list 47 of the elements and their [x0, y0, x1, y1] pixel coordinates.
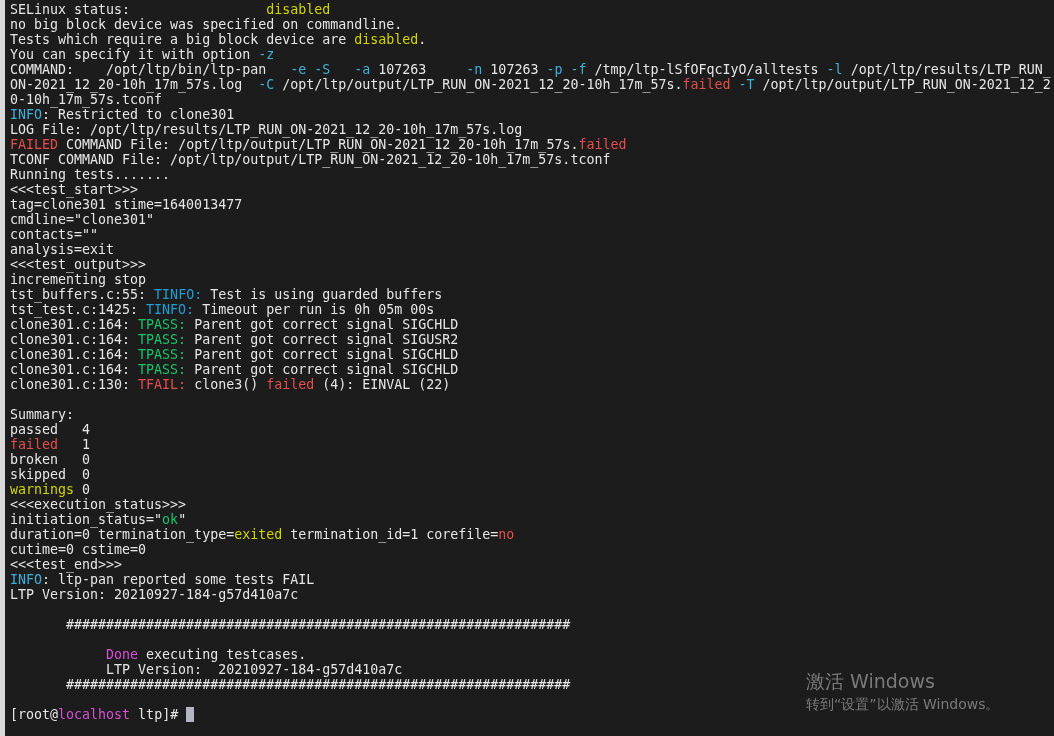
terminal-line: broken 0 [10, 452, 91, 467]
activation-title: 激活 Windows [806, 669, 936, 694]
terminal-line: ############################################################### [65, 677, 571, 692]
text-cursor [186, 707, 195, 722]
terminal-line: INFO: ltp-pan reported some tests FAIL [10, 572, 315, 587]
terminal-line: tst_buffers.c:55: TINFO: Test is using guarded buffers [10, 287, 443, 302]
terminal-line: warnings 0 [10, 482, 91, 497]
terminal-line: <<<test_end>>> [10, 557, 123, 572]
terminal-line: tag=clone301 stime=1640013477 [10, 197, 243, 212]
terminal-line: TCONF COMMAND File: /opt/ltp/output/LTP_RUN_ON-2021_12_20-10h_17m_57s.tconf [10, 152, 611, 167]
terminal-line: contacts="" [10, 227, 99, 242]
activation-message: 转到“设置”以激活 Windows。 [806, 695, 1000, 714]
terminal-line: clone301.c:164: TPASS: Parent got correct signal SIGCHLD [10, 317, 459, 332]
terminal-line: Done executing testcases. [105, 647, 307, 662]
terminal-line: 0-10h_17m_57s.tconf [10, 92, 163, 107]
terminal-line: ON-2021_12_20-10h_17m_57s.log -C /opt/ltp/output/LTP_RUN_ON-2021_12_20-10h_17m_57s.failed -T /opt/ltp/output/LTP_RUN_ON-2021_12_2 [10, 77, 1051, 92]
terminal-line: clone301.c:130: TFAIL: clone3() failed (4): EINVAL (22) [10, 377, 451, 392]
terminal-line: ############################################################### [65, 617, 571, 632]
terminal-line: skipped 0 [10, 467, 91, 482]
terminal-line: Running tests....... [10, 167, 171, 182]
terminal-line: Tests which require a big block device are disabled. [10, 32, 427, 47]
terminal-line: FAILED COMMAND File: /opt/ltp/output/LTP_RUN_ON-2021_12_20-10h_17m_57s.failed [10, 137, 627, 152]
terminal-line: cmdline="clone301" [10, 212, 155, 227]
terminal-line: failed 1 [10, 437, 91, 452]
terminal-line: <<<execution_status>>> [10, 497, 187, 512]
terminal-line: clone301.c:164: TPASS: Parent got correct signal SIGCHLD [10, 347, 459, 362]
terminal-line: passed 4 [10, 422, 91, 437]
terminal-line: COMMAND: /opt/ltp/bin/ltp-pan -e -S -a 107263 -n 107263 -p -f /tmp/ltp-lSfOFqcIyO/alltests -l /opt/ltp/results/LTP_RUN_ [10, 62, 1051, 77]
terminal-line: incrementing stop [10, 272, 147, 287]
terminal-line: no big block device was specified on commandline. [10, 17, 403, 32]
terminal-line: tst_test.c:1425: TINFO: Timeout per run is 0h 05m 00s [10, 302, 435, 317]
terminal-line: LTP Version: 20210927-184-g57d410a7c [10, 587, 299, 602]
terminal-line: Summary: [10, 407, 75, 422]
terminal-line: LOG File: /opt/ltp/results/LTP_RUN_ON-2021_12_20-10h_17m_57s.log [10, 122, 523, 137]
terminal-line: clone301.c:164: TPASS: Parent got correct signal SIGUSR2 [10, 332, 459, 347]
terminal-line: duration=0 termination_type=exited termination_id=1 corefile=no [10, 527, 515, 542]
shell-prompt: [root@localhost ltp]# [10, 707, 180, 722]
terminal-line: initiation_status="ok" [10, 512, 187, 527]
terminal-line: SELinux status: disabled [10, 2, 331, 17]
terminal-line: clone301.c:164: TPASS: Parent got correct signal SIGCHLD [10, 362, 459, 377]
terminal-line: <<<test_output>>> [10, 257, 147, 272]
terminal-line: INFO: Restricted to clone301 [10, 107, 235, 122]
terminal-line: cutime=0 cstime=0 [10, 542, 147, 557]
terminal-line: LTP Version: 20210927-184-g57d410a7c [105, 662, 403, 677]
terminal-line: analysis=exit [10, 242, 115, 257]
terminal-line: You can specify it with option -z [10, 47, 275, 62]
terminal-line: <<<test_start>>> [10, 182, 139, 197]
